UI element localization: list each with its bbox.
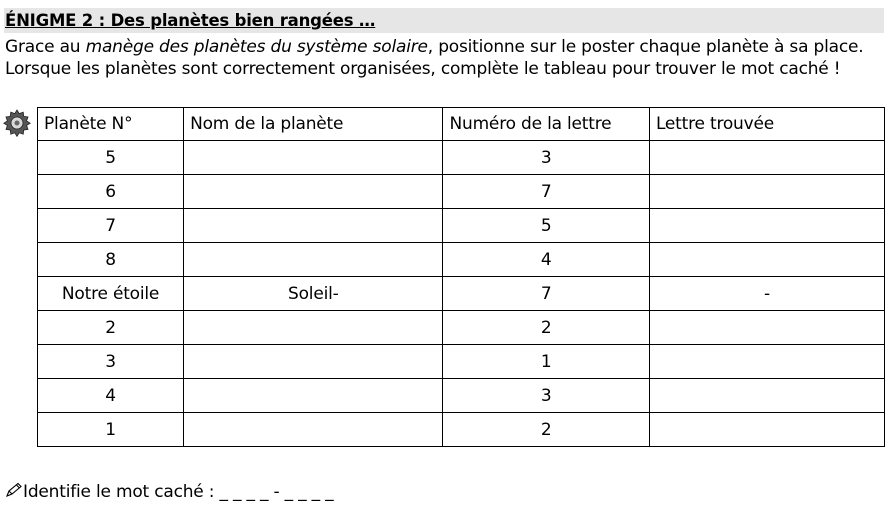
cell-planet-name[interactable]: [183, 378, 444, 413]
cell-planet-name[interactable]: [183, 412, 444, 447]
cell-planet-number: 6: [36, 174, 185, 209]
cell-letter-number: 5: [442, 208, 650, 243]
header-found-letter: Lettre trouvée: [648, 107, 886, 141]
table-row: 2 2: [36, 310, 886, 345]
header-planet-number: Planète N°: [36, 107, 185, 141]
cell-found-letter[interactable]: -: [648, 276, 886, 311]
cell-letter-number: 3: [442, 378, 650, 413]
cell-letter-number: 2: [442, 412, 650, 447]
hidden-word-line: Identifie le mot caché : _ _ _ _ - _ _ _…: [5, 482, 334, 502]
page-title: ÉNIGME 2 : Des planètes bien rangées …: [5, 11, 376, 30]
hidden-word-blanks[interactable]: _ _ _ _ - _ _ _ _: [220, 482, 334, 502]
cell-planet-name[interactable]: [183, 140, 444, 175]
table-row: Notre étoile Soleil- 7 -: [36, 276, 886, 311]
cell-planet-number: 8: [36, 242, 185, 277]
cell-planet-number: Notre étoile: [36, 276, 185, 311]
intro-italic: manège des planètes du système solaire: [85, 37, 428, 57]
cell-planet-name[interactable]: [183, 310, 444, 345]
cell-planet-number: 7: [36, 208, 185, 243]
cell-found-letter[interactable]: [648, 242, 886, 277]
cell-found-letter[interactable]: [648, 378, 886, 413]
cell-letter-number: 7: [442, 276, 650, 311]
cell-found-letter[interactable]: [648, 412, 886, 447]
table-row: 4 3: [36, 378, 886, 413]
table-header-row: Planète N° Nom de la planète Numéro de l…: [36, 107, 886, 141]
cell-found-letter[interactable]: [648, 140, 886, 175]
cell-found-letter[interactable]: [648, 174, 886, 209]
hidden-word-label: Identifie le mot caché :: [23, 482, 220, 502]
cell-planet-name[interactable]: [183, 208, 444, 243]
pencil-icon: [6, 482, 22, 497]
cell-planet-number: 3: [36, 344, 185, 379]
cell-planet-number: 5: [36, 140, 185, 175]
cell-letter-number: 7: [442, 174, 650, 209]
intro-paragraph: Grace au manège des planètes du système …: [5, 36, 885, 80]
table-row: 1 2: [36, 412, 886, 447]
cell-planet-number: 1: [36, 412, 185, 447]
cell-planet-number: 2: [36, 310, 185, 345]
cell-planet-name[interactable]: [183, 242, 444, 277]
cell-planet-name[interactable]: Soleil-: [183, 276, 444, 311]
table-row: 8 4: [36, 242, 886, 277]
intro-text-1: Grace au: [5, 37, 86, 57]
cell-letter-number: 4: [442, 242, 650, 277]
cell-letter-number: 1: [442, 344, 650, 379]
cell-planet-name[interactable]: [183, 174, 444, 209]
cell-found-letter[interactable]: [648, 208, 886, 243]
cell-planet-number: 4: [36, 378, 185, 413]
cell-letter-number: 3: [442, 140, 650, 175]
letters-table: Planète N° Nom de la planète Numéro de l…: [36, 107, 886, 447]
table-row: 7 5: [36, 208, 886, 243]
cell-planet-name[interactable]: [183, 344, 444, 379]
cell-letter-number: 2: [442, 310, 650, 345]
table-row: 3 1: [36, 344, 886, 379]
gear-icon: [3, 109, 31, 138]
header-letter-number: Numéro de la lettre: [442, 107, 650, 141]
cell-found-letter[interactable]: [648, 310, 886, 345]
header-planet-name: Nom de la planète: [183, 107, 444, 141]
table-row: 6 7: [36, 174, 886, 209]
cell-found-letter[interactable]: [648, 344, 886, 379]
table-row: 5 3: [36, 140, 886, 175]
